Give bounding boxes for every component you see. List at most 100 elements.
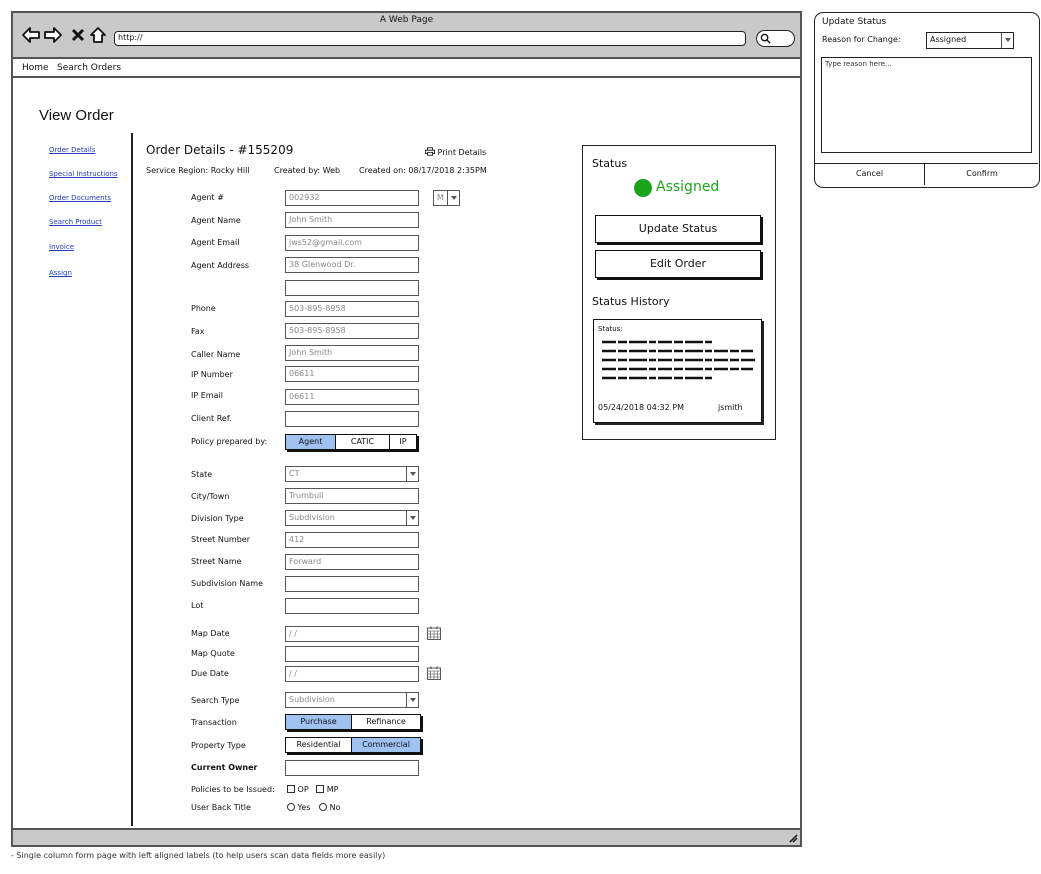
state-label: State bbox=[191, 470, 213, 479]
due-date-field[interactable]: / / bbox=[285, 666, 419, 682]
transaction-option-refinance[interactable]: Refinance bbox=[352, 715, 420, 729]
caller-name-field[interactable]: John Smith bbox=[285, 345, 419, 361]
policies-checkbox-group: OP MP bbox=[287, 785, 339, 794]
home-icon[interactable] bbox=[88, 25, 108, 45]
reason-value: Assigned bbox=[930, 35, 967, 44]
sidebar-link-assign[interactable]: Assign bbox=[49, 269, 72, 277]
policy-option-agent[interactable]: Agent bbox=[286, 435, 336, 449]
url-bar[interactable]: http:// bbox=[114, 31, 746, 46]
street-name-field[interactable]: Forward bbox=[285, 554, 419, 570]
sidebar-link-special-instructions[interactable]: Special Instructions bbox=[49, 170, 118, 178]
forward-arrow-icon[interactable] bbox=[43, 25, 63, 45]
no-label: No bbox=[329, 803, 341, 812]
stop-x-icon[interactable] bbox=[68, 25, 88, 45]
title-bar: A Web Page http:// bbox=[13, 13, 800, 59]
policy-prepared-segmented: Agent CATIC IP bbox=[285, 434, 417, 450]
print-details-link[interactable]: Print Details bbox=[425, 147, 486, 157]
dialog-confirm-button[interactable]: Confirm bbox=[926, 164, 1038, 185]
map-date-label: Map Date bbox=[191, 629, 230, 638]
property-option-commercial[interactable]: Commercial bbox=[352, 738, 420, 752]
dialog-title: Update Status bbox=[822, 17, 887, 27]
agent-no-suffix-select[interactable]: M bbox=[433, 190, 460, 206]
mp-checkbox[interactable] bbox=[316, 785, 325, 793]
ip-number-field[interactable]: 06611 bbox=[285, 366, 419, 382]
current-owner-field[interactable] bbox=[285, 760, 419, 776]
update-status-dialog: Update Status Reason for Change: Assigne… bbox=[814, 12, 1040, 188]
history-status-label: Status: bbox=[598, 325, 623, 333]
footnote: - Single column form page with left alig… bbox=[11, 851, 386, 860]
op-checkbox[interactable] bbox=[287, 785, 295, 793]
calendar-icon[interactable] bbox=[427, 666, 441, 680]
printer-icon bbox=[425, 147, 435, 156]
yes-radio[interactable] bbox=[287, 803, 295, 811]
map-date-field[interactable]: / / bbox=[285, 626, 419, 642]
magnifier-icon bbox=[760, 33, 771, 44]
policies-label: Policies to be Issued: bbox=[191, 785, 275, 794]
street-number-field[interactable]: 412 bbox=[285, 532, 419, 548]
created-on: Created on: 08/17/2018 2:35PM bbox=[359, 166, 487, 175]
sidebar-link-order-documents[interactable]: Order Documents bbox=[49, 194, 111, 202]
ip-number-label: IP Number bbox=[191, 370, 233, 379]
chevron-down-icon bbox=[1001, 33, 1013, 48]
agent-name-field[interactable]: John Smith bbox=[285, 212, 419, 228]
agent-address-line2-field[interactable] bbox=[285, 280, 419, 296]
history-date: 05/24/2018 04:32 PM bbox=[598, 403, 684, 412]
policy-option-ip[interactable]: IP bbox=[390, 435, 416, 449]
division-type-value: Subdivision bbox=[289, 513, 335, 522]
map-quote-field[interactable] bbox=[285, 646, 419, 662]
browser-status-bar bbox=[13, 828, 800, 845]
sidebar-link-order-details[interactable]: Order Details bbox=[49, 146, 95, 154]
agent-email-field[interactable]: jws52@gmail.com bbox=[285, 235, 419, 251]
resize-grip-icon[interactable] bbox=[788, 833, 798, 843]
yes-label: Yes bbox=[297, 803, 311, 812]
page-title: View Order bbox=[39, 107, 114, 124]
city-field[interactable]: Trumbull bbox=[285, 488, 419, 504]
transaction-segmented: Purchase Refinance bbox=[285, 714, 421, 730]
update-status-button[interactable]: Update Status bbox=[595, 215, 761, 243]
status-dot-icon bbox=[634, 179, 652, 197]
edit-order-button[interactable]: Edit Order bbox=[595, 250, 761, 278]
back-arrow-icon[interactable] bbox=[21, 25, 41, 45]
state-select[interactable]: CT bbox=[285, 466, 419, 482]
mp-label: MP bbox=[326, 785, 339, 794]
ip-email-field[interactable]: 06611 bbox=[285, 389, 419, 405]
created-by: Created by: Web bbox=[274, 166, 341, 175]
street-number-label: Street Number bbox=[191, 535, 250, 544]
sidebar-link-invoice[interactable]: Invoice bbox=[49, 243, 74, 251]
menu-search-orders[interactable]: Search Orders bbox=[57, 63, 121, 73]
calendar-icon[interactable] bbox=[427, 626, 441, 640]
browser-search-box[interactable] bbox=[756, 30, 795, 47]
agent-address-field[interactable]: 38 Glenwood Dr. bbox=[285, 257, 419, 273]
division-type-label: Division Type bbox=[191, 514, 244, 523]
transaction-option-purchase[interactable]: Purchase bbox=[286, 715, 352, 729]
ip-email-label: IP Email bbox=[191, 391, 223, 400]
agent-no-field[interactable]: 002932 bbox=[285, 190, 419, 206]
reason-select[interactable]: Assigned bbox=[926, 32, 1014, 49]
reason-label: Reason for Change: bbox=[822, 35, 901, 44]
order-heading: Order Details - #155209 bbox=[146, 143, 294, 157]
property-type-segmented: Residential Commercial bbox=[285, 737, 421, 753]
phone-label: Phone bbox=[191, 304, 216, 313]
subdivision-name-field[interactable] bbox=[285, 576, 419, 592]
no-radio[interactable] bbox=[319, 803, 328, 811]
fax-label: Fax bbox=[191, 327, 205, 336]
reason-textarea[interactable]: Type reason here... bbox=[821, 57, 1032, 153]
state-value: CT bbox=[289, 469, 300, 478]
dialog-cancel-button[interactable]: Cancel bbox=[815, 164, 925, 185]
menu-bar: Home Search Orders bbox=[13, 60, 800, 78]
status-value: Assigned bbox=[656, 179, 720, 195]
division-type-select[interactable]: Subdivision bbox=[285, 510, 419, 526]
property-option-residential[interactable]: Residential bbox=[286, 738, 352, 752]
fax-field[interactable]: 503-895-8958 bbox=[285, 323, 419, 339]
client-ref-field[interactable] bbox=[285, 411, 419, 427]
policy-option-catic[interactable]: CATIC bbox=[336, 435, 390, 449]
lot-field[interactable] bbox=[285, 598, 419, 614]
history-user: jsmith bbox=[718, 403, 743, 412]
menu-home[interactable]: Home bbox=[22, 63, 49, 73]
search-type-select[interactable]: Subdivision bbox=[285, 692, 419, 708]
sidebar-link-search-product[interactable]: Search Product bbox=[49, 218, 102, 226]
chevron-down-icon bbox=[406, 467, 418, 481]
phone-field[interactable]: 503-895-8958 bbox=[285, 301, 419, 317]
agent-address-label: Agent Address bbox=[191, 261, 250, 270]
chevron-down-icon bbox=[406, 693, 418, 707]
